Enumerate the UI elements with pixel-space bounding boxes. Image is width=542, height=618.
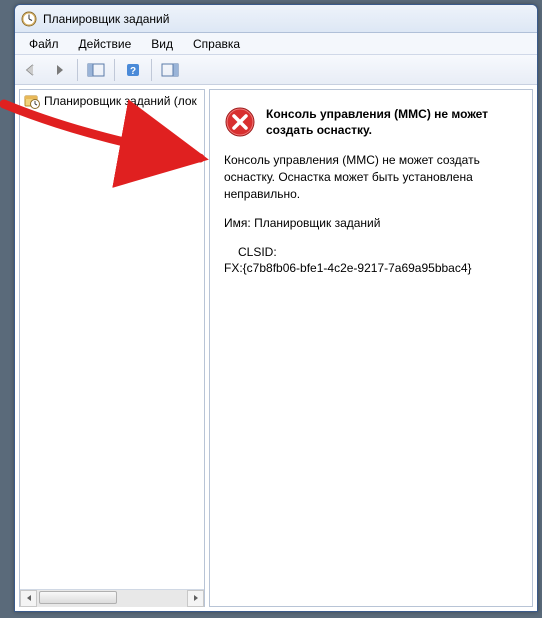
menu-view[interactable]: Вид: [141, 35, 183, 53]
error-title: Консоль управления (MMC) не может создат…: [266, 106, 518, 138]
tree-root-item[interactable]: Планировщик заданий (лок: [22, 92, 202, 110]
forward-button[interactable]: [47, 58, 71, 82]
result-pane: Консоль управления (MMC) не может создат…: [209, 89, 533, 607]
error-body: Консоль управления (MMC) не может создат…: [224, 152, 518, 277]
menu-help[interactable]: Справка: [183, 35, 250, 53]
menu-action[interactable]: Действие: [69, 35, 142, 53]
pane-icon: [161, 62, 179, 78]
console-tree[interactable]: Планировщик заданий (лок: [20, 90, 204, 589]
help-button[interactable]: ?: [121, 58, 145, 82]
show-hide-tree-button[interactable]: [84, 58, 108, 82]
error-name-label: Имя:: [224, 216, 251, 230]
svg-text:?: ?: [130, 66, 136, 77]
back-arrow-icon: [23, 62, 39, 78]
clock-icon: [21, 11, 37, 27]
window-title: Планировщик заданий: [43, 12, 169, 26]
title-bar: Планировщик заданий: [15, 5, 537, 33]
error-description: Консоль управления (MMC) не может создат…: [224, 152, 518, 202]
tree-root-label: Планировщик заданий (лок: [44, 94, 197, 108]
scroll-right-button[interactable]: [187, 590, 204, 607]
toolbar-separator: [151, 59, 152, 81]
scroll-thumb[interactable]: [39, 591, 117, 604]
forward-arrow-icon: [51, 62, 67, 78]
error-name-line: Имя: Планировщик заданий: [224, 215, 518, 232]
toolbar: ?: [15, 55, 537, 85]
toolbar-separator: [114, 59, 115, 81]
triangle-right-icon: [192, 594, 200, 602]
error-clsid-value: FX:{c7b8fb06-bfe1-4c2e-9217-7a69a95bbac4…: [224, 260, 518, 277]
toolbar-separator: [77, 59, 78, 81]
app-window: Планировщик заданий Файл Действие Вид Сп…: [14, 4, 538, 612]
help-icon: ?: [125, 62, 141, 78]
menu-bar: Файл Действие Вид Справка: [15, 33, 537, 55]
console-tree-pane: Планировщик заданий (лок: [19, 89, 205, 607]
scroll-left-button[interactable]: [20, 590, 37, 607]
error-clsid-label: CLSID:: [238, 244, 518, 261]
error-name-value: Планировщик заданий: [254, 216, 380, 230]
triangle-left-icon: [25, 594, 33, 602]
layout-icon: [87, 62, 105, 78]
menu-file[interactable]: Файл: [19, 35, 69, 53]
scroll-track[interactable]: [37, 590, 187, 607]
back-button[interactable]: [19, 58, 43, 82]
horizontal-scrollbar[interactable]: [20, 589, 204, 606]
show-hide-action-pane-button[interactable]: [158, 58, 182, 82]
error-clsid-block: CLSID: FX:{c7b8fb06-bfe1-4c2e-9217-7a69a…: [224, 244, 518, 278]
client-area: Планировщик заданий (лок: [15, 85, 537, 611]
error-icon: [224, 106, 256, 138]
error-header: Консоль управления (MMC) не может создат…: [224, 106, 518, 138]
scheduler-icon: [24, 93, 40, 109]
